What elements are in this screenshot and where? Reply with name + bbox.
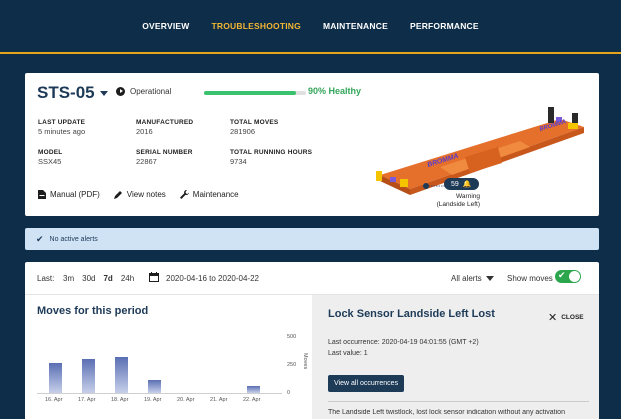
x-tick-label: 21. Apr (210, 397, 228, 403)
period-label: Last: (37, 274, 55, 283)
bell-icon: 🔔 (462, 181, 472, 188)
manual-pdf-link[interactable]: Manual (PDF) (38, 190, 100, 199)
toggle-knob (569, 271, 580, 282)
spreader-illustration: BROMMA BROMMA (376, 107, 584, 195)
health-bar (204, 91, 306, 95)
checkmark-icon: ✔ (36, 233, 44, 244)
x-tick-label: 17. Apr (78, 397, 96, 403)
period-filter-bar: Last: 3m 30d 7d 24h 2020-04-16 to 2020-04-2… (25, 262, 599, 295)
chart-bar (49, 363, 62, 393)
range-24h[interactable]: 24h (121, 274, 134, 283)
alerts-text: No active alerts (49, 235, 98, 243)
chevron-down-icon (485, 276, 494, 281)
chart-bar (247, 386, 260, 393)
status-text: Operational (130, 87, 172, 96)
x-tick-label: 16. Apr (45, 397, 63, 403)
pencil-icon (113, 191, 122, 199)
alerts-banner: ✔ No active alerts (25, 228, 599, 250)
alert-description: The Landside Left twistlock, lost lock s… (328, 409, 565, 416)
field-total-moves: TOTAL MOVES 281906 (230, 119, 279, 136)
warning-count-badge[interactable]: 59 🔔 (444, 178, 479, 190)
tab-maintenance[interactable]: MAINTENANCE (323, 21, 388, 31)
x-axis-line (37, 393, 282, 394)
chart-bar (148, 380, 161, 393)
checkmark-icon: ✔ (558, 270, 566, 280)
view-all-occurrences-button[interactable]: View all occurrences (328, 375, 405, 392)
chevron-down-icon (99, 90, 108, 96)
warning-label: Warning (Landside Left) (436, 193, 480, 208)
x-tick-label: 18. Apr (111, 397, 129, 403)
range-30d[interactable]: 30d (82, 274, 95, 283)
view-notes-link[interactable]: View notes (113, 190, 166, 199)
last-occurrence: Last occurrence: 2020-04-19 04:01:55 (GM… (328, 339, 479, 346)
x-tick-label: 19. Apr (144, 397, 162, 403)
tab-performance[interactable]: PERFORMANCE (410, 21, 479, 31)
y-tick-label: 500 (287, 334, 297, 340)
warning-count: 59 (451, 180, 459, 188)
alerts-dropdown[interactable]: All alerts (451, 274, 494, 283)
field-model: MODEL SSX45 (38, 149, 63, 166)
chart-bar (115, 356, 128, 393)
y-tick-label: 250 (287, 362, 297, 368)
chart-bar (82, 359, 95, 393)
close-button[interactable]: ✕ CLOSE (548, 311, 584, 324)
range-7d[interactable]: 7d (103, 274, 112, 283)
range-3m[interactable]: 3m (63, 274, 74, 283)
equipment-selector[interactable]: STS-05 (37, 83, 108, 103)
field-serial-number: SERIAL NUMBER 22867 (136, 149, 193, 166)
close-icon: ✕ (548, 312, 558, 324)
moves-panel: Moves for this period (25, 295, 312, 419)
field-total-running-hours: TOTAL RUNNING HOURS 9734 (230, 149, 313, 166)
top-navigation: OVERVIEW TROUBLESHOOTING MAINTENANCE PER… (0, 0, 621, 54)
calendar-icon[interactable] (149, 272, 159, 284)
divider (328, 401, 589, 402)
date-range[interactable]: 2020-04-16 to 2020-04-22 (166, 274, 259, 283)
equipment-links: Manual (PDF) View notes Maintenance (38, 190, 239, 199)
wrench-icon (179, 190, 189, 199)
show-moves-label: Show moves (507, 274, 553, 283)
play-circle-icon (116, 87, 125, 96)
field-manufactured: MANUFACTURED 2016 (136, 119, 194, 136)
health-label: 90% Healthy (308, 86, 362, 96)
health-bar-fill (204, 91, 296, 95)
field-last-update: LAST UPDATE 5 minutes ago (38, 119, 86, 136)
status-indicator: Operational (116, 87, 171, 96)
range-options: 3m 30d 7d 24h (63, 274, 142, 283)
equipment-card: STS-05 Operational 90% Healthy LAST UPDA… (25, 73, 599, 216)
tab-troubleshooting[interactable]: TROUBLESHOOTING (212, 21, 301, 31)
maintenance-link[interactable]: Maintenance (179, 190, 239, 199)
y-tick-label: 0 (287, 390, 291, 396)
show-moves-toggle[interactable]: ✔ (555, 270, 581, 283)
equipment-name: STS-05 (37, 83, 95, 102)
pdf-file-icon (38, 190, 46, 199)
moves-title: Moves for this period (37, 305, 149, 317)
alert-detail-title: Lock Sensor Landside Left Lost (328, 308, 495, 320)
alert-detail-panel: Lock Sensor Landside Left Lost ✕ CLOSE L… (312, 295, 599, 419)
last-value: Last value: 1 (328, 350, 368, 357)
x-tick-label: 22. Apr (243, 397, 261, 403)
tab-overview[interactable]: OVERVIEW (142, 21, 189, 31)
x-tick-label: 20. Apr (177, 397, 195, 403)
y-axis-title: Moves (302, 353, 308, 370)
